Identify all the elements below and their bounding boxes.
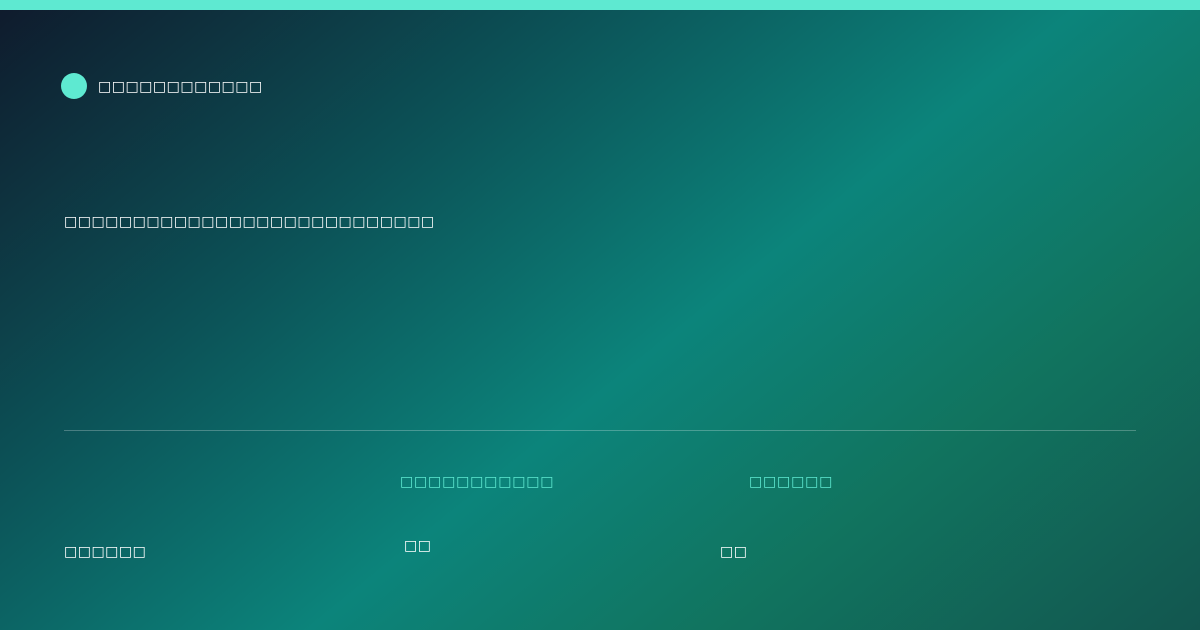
meta-value-2: □□ [720, 544, 748, 560]
meta-author: □□□□□□ [64, 544, 147, 560]
top-accent-bar [0, 0, 1200, 10]
brand-logo-icon [61, 73, 87, 99]
divider [64, 430, 1136, 431]
meta-value-1: □□ [404, 538, 432, 554]
meta-label-2: □□□□□□ [749, 474, 834, 490]
card-headline: □□□□□□□□□□□□□□□□□□□□□□□□□□□ [64, 214, 435, 230]
brand-name: □□□□□□□□□□□□ [98, 79, 263, 95]
meta-label-1: □□□□□□□□□□□ [400, 474, 555, 490]
share-card: □□□□□□□□□□□□ □□□□□□□□□□□□□□□□□□□□□□□□□□□… [0, 0, 1200, 630]
